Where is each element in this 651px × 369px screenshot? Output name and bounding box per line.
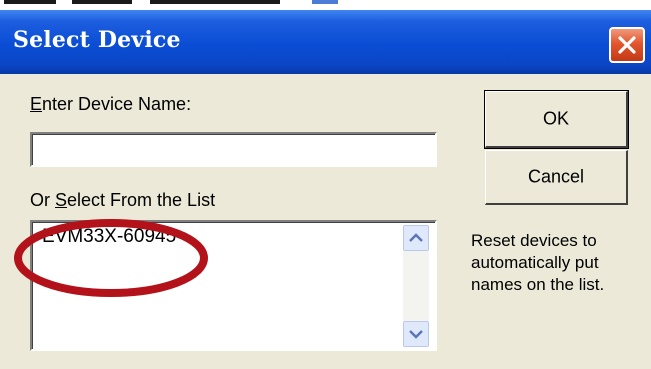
enter-device-name-label: Enter Device Name: bbox=[30, 94, 192, 114]
scroll-down-button[interactable] bbox=[403, 321, 429, 347]
close-x-icon bbox=[618, 36, 636, 54]
scroll-down-arrow-icon bbox=[409, 330, 423, 339]
background-text-fragment bbox=[4, 0, 56, 4]
title-bar[interactable]: Select Device bbox=[0, 10, 651, 74]
scroll-up-arrow-icon bbox=[409, 233, 423, 242]
ok-button-label: OK bbox=[542, 108, 569, 129]
background-text-fragment bbox=[150, 0, 280, 4]
dialog-title: Select Device bbox=[13, 27, 181, 53]
reset-devices-hint: Reset devices to automatically put names… bbox=[471, 231, 605, 294]
device-list-box[interactable]: EVM33X-60945 bbox=[30, 220, 437, 351]
cancel-button-label: Cancel bbox=[527, 166, 585, 187]
close-button[interactable] bbox=[609, 27, 645, 63]
ok-button[interactable]: OK bbox=[484, 90, 629, 149]
scrollbar-track[interactable] bbox=[403, 251, 429, 321]
select-from-list-label: Or Select From the List bbox=[30, 190, 216, 210]
device-name-input[interactable] bbox=[30, 132, 437, 167]
background-text-fragment bbox=[72, 0, 132, 4]
background-icon-fragment bbox=[312, 0, 338, 4]
device-list-item[interactable]: EVM33X-60945 bbox=[42, 226, 176, 248]
cancel-button[interactable]: Cancel bbox=[485, 150, 628, 205]
select-device-dialog: Select Device Enter Device Name: OK Canc… bbox=[0, 10, 651, 369]
scroll-up-button[interactable] bbox=[403, 225, 429, 251]
